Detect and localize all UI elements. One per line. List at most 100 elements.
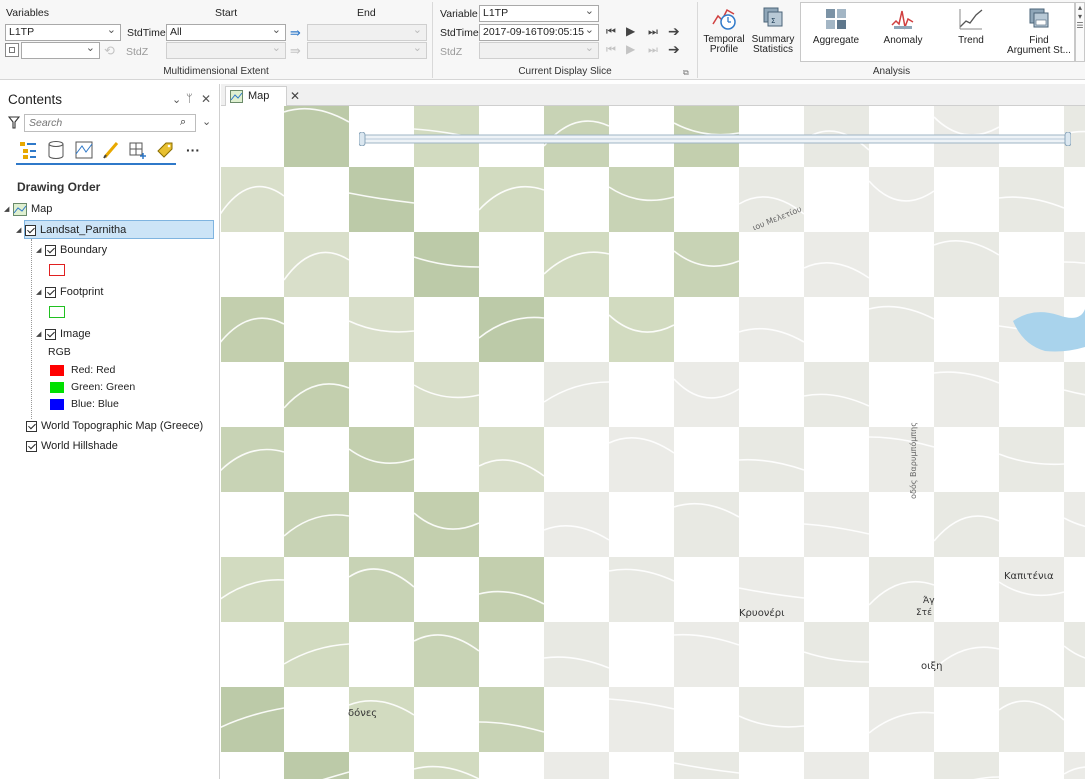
search-options-icon[interactable]: ⌄: [202, 115, 211, 128]
boundary-visibility-checkbox[interactable]: [45, 244, 56, 256]
list-by-drawing-order-icon[interactable]: [18, 140, 38, 160]
list-by-data-source-icon[interactable]: [46, 140, 66, 160]
tree-boundary[interactable]: ◢ Boundary: [36, 241, 107, 259]
footprint-label: Footprint: [60, 286, 104, 298]
layer-visibility-checkbox[interactable]: [25, 224, 36, 236]
map-tile: [544, 362, 609, 427]
slice-stdz-combo[interactable]: [479, 42, 599, 59]
tree-world-topo[interactable]: World Topographic Map (Greece): [26, 417, 203, 435]
stdz-play-icon[interactable]: ▶: [626, 43, 635, 56]
search-input[interactable]: [24, 114, 196, 132]
slice-stdtime-value: 2017-09-16T09:05:15: [483, 26, 584, 38]
search-area: ⌕ ⌄: [8, 114, 213, 132]
topo-visibility-checkbox[interactable]: [26, 420, 37, 432]
slice-stdtime-combo[interactable]: 2017-09-16T09:05:15: [479, 24, 599, 41]
gallery-down-icon[interactable]: ▾: [1076, 12, 1084, 21]
stdz-next-arrow-icon[interactable]: ➔: [668, 42, 680, 56]
map-tile: [349, 687, 414, 752]
list-by-editing-icon[interactable]: [101, 140, 121, 160]
summary-statistics-button[interactable]: Σ Summary Statistics: [748, 4, 798, 62]
map-tile: [934, 492, 999, 557]
variables-combo[interactable]: L1TP: [5, 24, 121, 41]
sync-arrow-icon[interactable]: ⇛: [290, 26, 301, 39]
tab-map[interactable]: Map ✕: [225, 86, 300, 106]
hillshade-visibility-checkbox[interactable]: [26, 440, 37, 452]
pane-options-icon[interactable]: ⌄: [172, 93, 181, 106]
end-stdtime-combo[interactable]: [307, 24, 427, 41]
stdz-step-forward-icon[interactable]: ⏭: [648, 44, 658, 57]
temporal-profile-button[interactable]: Temporal Profile: [702, 4, 746, 62]
slider-start-handle[interactable]: [359, 132, 366, 146]
list-by-selection-icon[interactable]: [74, 140, 94, 160]
expand-icon[interactable]: ◢: [36, 288, 45, 296]
expand-icon[interactable]: ◢: [36, 330, 45, 338]
expand-icon[interactable]: ◢: [4, 205, 13, 213]
step-back-icon[interactable]: ⏮: [606, 26, 616, 39]
map-tile: [284, 232, 349, 297]
tree-image[interactable]: ◢ Image: [36, 325, 91, 343]
map-tile: [869, 687, 934, 752]
svg-text:Σ: Σ: [771, 17, 775, 25]
map-tile: [934, 622, 999, 687]
pin-icon[interactable]: ᛘ: [186, 93, 193, 105]
end-stdz-combo[interactable]: [307, 42, 427, 59]
list-by-snapping-icon[interactable]: [128, 140, 148, 160]
anomaly-button[interactable]: Anomaly: [873, 5, 933, 63]
map-tile: [221, 427, 284, 492]
tree-map[interactable]: ◢ Map: [4, 200, 52, 218]
map-tile: [479, 167, 544, 232]
close-pane-icon[interactable]: ✕: [201, 92, 211, 106]
tree-footprint[interactable]: ◢ Footprint: [36, 283, 103, 301]
step-forward-icon[interactable]: ⏭: [648, 26, 658, 39]
map-tile: [414, 492, 479, 557]
expand-icon[interactable]: ◢: [36, 246, 45, 254]
gallery-up-icon[interactable]: ▴: [1076, 3, 1084, 12]
map-label-ste: Στέ: [916, 608, 932, 618]
image-visibility-checkbox[interactable]: [45, 328, 56, 340]
aggregate-button[interactable]: Aggregate: [805, 5, 867, 63]
more-options-icon[interactable]: ···: [186, 142, 200, 158]
dimension-list-icon[interactable]: [5, 43, 19, 57]
boundary-symbol[interactable]: [49, 264, 65, 276]
map-tile: [609, 557, 674, 622]
play-icon[interactable]: ▶: [626, 25, 635, 38]
map-tile: [999, 427, 1064, 492]
map-tile: [479, 557, 544, 622]
dimension-combo[interactable]: [21, 42, 100, 59]
find-argument-statistics-button[interactable]: Find Argument St...: [1007, 5, 1071, 63]
start-stdz-combo[interactable]: [166, 42, 286, 59]
filter-icon[interactable]: [8, 116, 20, 130]
trend-button[interactable]: Trend: [941, 5, 1001, 63]
map-tile: [479, 297, 544, 362]
tree-layer-landsat[interactable]: ◢ Landsat_Parnitha: [16, 221, 126, 239]
map-tile: [284, 106, 349, 167]
expand-icon[interactable]: ◢: [16, 226, 25, 234]
sync-arrow-disabled-icon[interactable]: ⇛: [290, 44, 301, 57]
map-tile: [349, 297, 414, 362]
map-view[interactable]: Κρυονέρι Καπιτένια ιου Μελετίου οδός Βαρ…: [221, 106, 1085, 779]
slider-end-handle[interactable]: [1064, 132, 1071, 146]
gallery-scroll[interactable]: ▴ ▾ ☰: [1075, 2, 1085, 62]
map-tile: [544, 622, 609, 687]
stdz-step-back-icon[interactable]: ⏮: [606, 44, 616, 57]
dialog-launcher-icon[interactable]: ⧉: [683, 68, 689, 78]
footprint-symbol[interactable]: [49, 306, 65, 318]
footprint-visibility-checkbox[interactable]: [45, 286, 56, 298]
start-stdtime-combo[interactable]: All: [166, 24, 286, 41]
blue-swatch[interactable]: [50, 399, 64, 410]
slice-variable-combo[interactable]: L1TP: [479, 5, 599, 22]
tree-world-hillshade[interactable]: World Hillshade: [26, 437, 118, 455]
red-swatch[interactable]: [50, 365, 64, 376]
next-arrow-icon[interactable]: ➔: [668, 24, 680, 38]
map-label: Map: [31, 203, 53, 215]
search-icon[interactable]: ⌕: [180, 116, 186, 129]
refresh-icon[interactable]: ⟲: [104, 44, 115, 57]
red-band-label: Red: Red: [71, 364, 116, 376]
green-swatch[interactable]: [50, 382, 64, 393]
map-tile: [221, 557, 284, 622]
close-tab-icon[interactable]: ✕: [290, 89, 300, 103]
time-slider[interactable]: [359, 132, 1071, 146]
gallery-more-icon[interactable]: ☰: [1076, 21, 1084, 30]
multidim-group-label: Multidimensional Extent: [163, 66, 269, 77]
list-by-labeling-icon[interactable]: [155, 140, 175, 160]
